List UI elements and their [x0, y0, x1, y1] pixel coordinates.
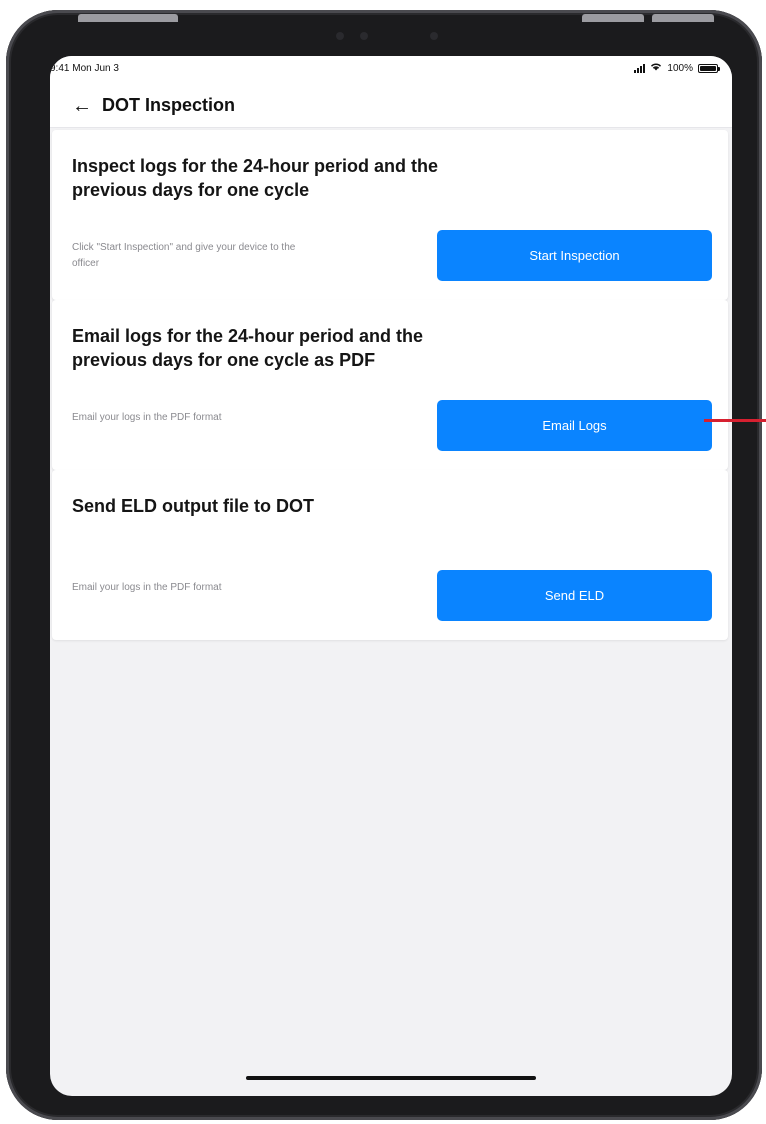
battery-percent: 100%: [667, 62, 693, 74]
start-inspection-button[interactable]: Start Inspection: [437, 230, 712, 281]
arrow-left-icon[interactable]: ←: [72, 96, 102, 116]
camera-dot: [336, 32, 344, 40]
wifi-icon: [650, 62, 662, 74]
card-title: Email logs for the 24-hour period and th…: [72, 326, 424, 370]
status-time: 9:41 Mon Jun 3: [50, 63, 119, 74]
home-indicator: [246, 1076, 536, 1080]
email-logs-button[interactable]: Email Logs: [437, 400, 712, 451]
card-title: Inspect logs for the 24-hour period and …: [72, 156, 439, 200]
screen: 9:41 Mon Jun 3 100% ← DOT Inspection Ins…: [50, 56, 732, 1096]
tablet-frame: 9:41 Mon Jun 3 100% ← DOT Inspection Ins…: [6, 10, 762, 1120]
card-start-inspection: Inspect logs for the 24-hour period and …: [52, 130, 728, 300]
annotation-line: [704, 419, 766, 422]
card-title: Send ELD output file to DOT: [72, 496, 314, 516]
status-bar: 9:41 Mon Jun 3 100%: [50, 56, 732, 84]
card-send-eld: Send ELD output file to DOT Email your l…: [52, 470, 728, 640]
card-description: Email your logs in the PDF format: [72, 412, 222, 423]
camera-dot: [360, 32, 368, 40]
hardware-button: [78, 14, 178, 22]
card-description: Click "Start Inspection" and give your d…: [72, 242, 296, 269]
card-description: Email your logs in the PDF format: [72, 582, 222, 593]
status-right: 100%: [634, 62, 720, 74]
card-email-logs: Email logs for the 24-hour period and th…: [52, 300, 728, 470]
hardware-button: [582, 14, 644, 22]
page-title: DOT Inspection: [102, 95, 236, 115]
signal-icon: [634, 63, 646, 73]
battery-icon: [698, 63, 720, 73]
send-eld-button[interactable]: Send ELD: [437, 570, 712, 621]
hardware-button: [652, 14, 714, 22]
app-header: ← DOT Inspection: [50, 84, 732, 128]
camera-dot: [430, 32, 438, 40]
